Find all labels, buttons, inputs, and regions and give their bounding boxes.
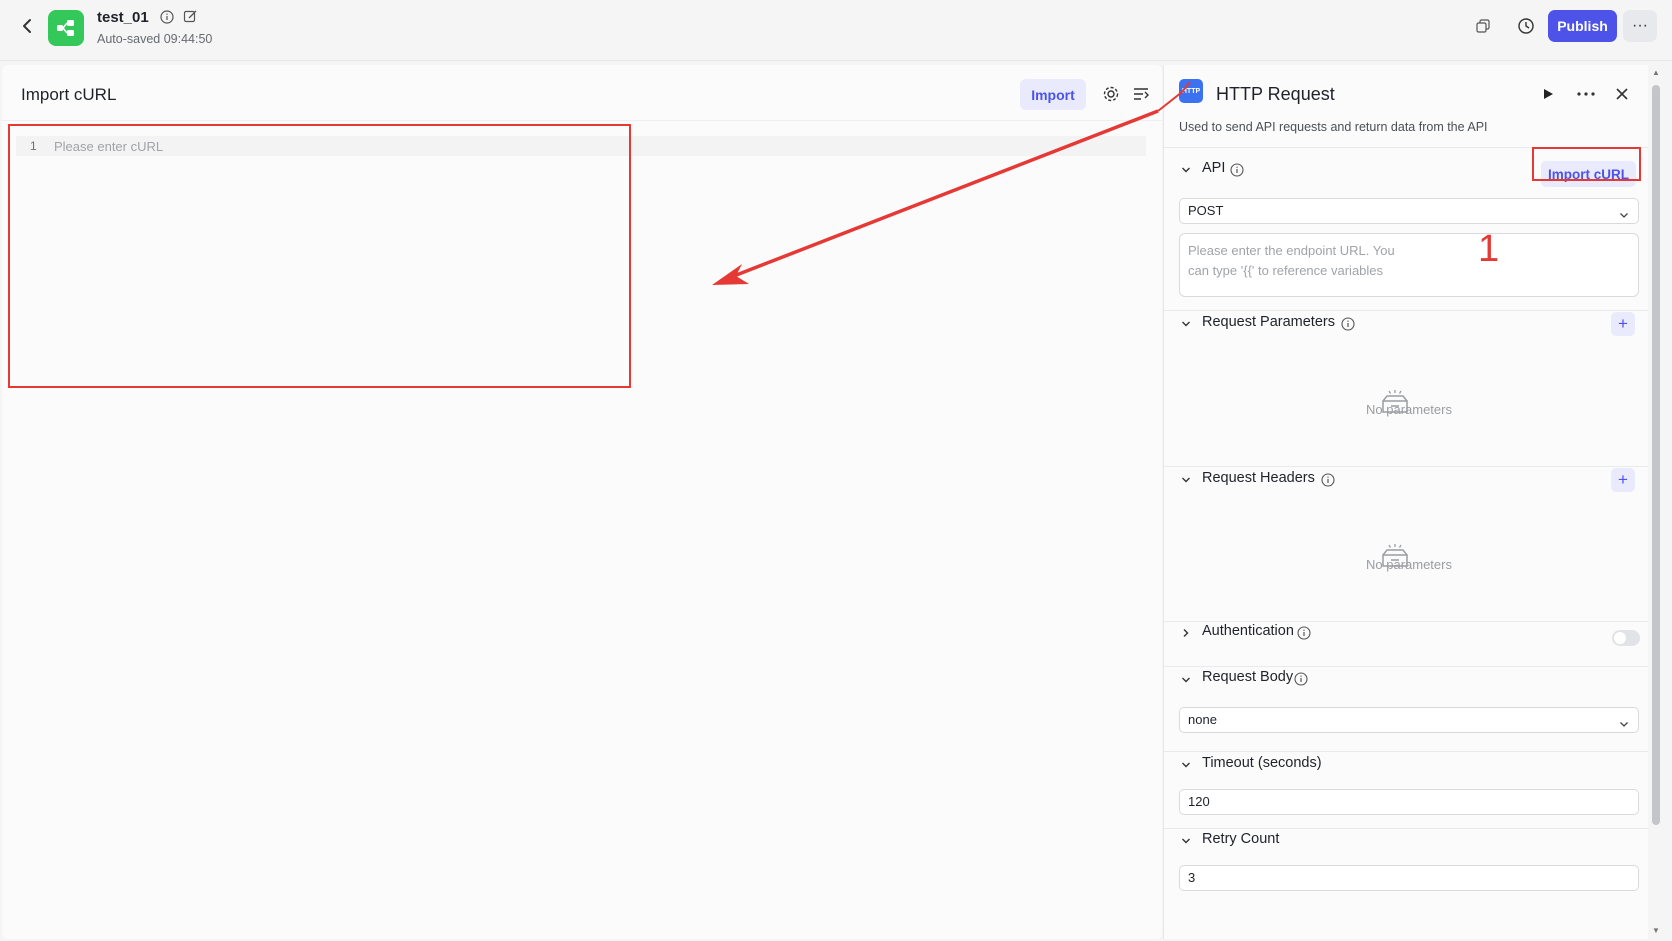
request-body-value: none [1188,712,1217,727]
more-options-button[interactable]: ··· [1623,10,1657,42]
annotation-step-number: 1 [1478,228,1500,270]
import-button[interactable]: Import [1020,79,1086,110]
close-icon[interactable] [1610,82,1634,106]
chevron-down-icon[interactable] [1179,673,1193,687]
retry-count-label: Retry Count [1202,831,1280,847]
scroll-up-icon[interactable]: ▲ [1651,69,1661,77]
annotation-box-import-curl [1532,147,1641,181]
import-curl-header: Import cURL Import [2,65,1162,121]
node-description: Used to send API requests and return dat… [1179,120,1488,134]
add-header-button[interactable]: + [1611,468,1635,492]
edit-icon[interactable] [183,9,198,24]
api-section-label: API [1202,160,1226,176]
run-icon[interactable] [1536,82,1560,106]
settings-icon[interactable] [1100,83,1122,105]
panel-title: Import cURL [21,85,117,104]
chevron-down-icon[interactable] [1179,473,1193,487]
autosave-status: Auto-saved 09:44:50 [97,32,213,46]
toggle-knob [1614,632,1626,644]
node-more-icon[interactable] [1574,82,1598,106]
chevron-down-icon[interactable] [1179,834,1193,848]
chevron-down-icon[interactable] [1179,758,1193,772]
chevron-down-icon [1618,205,1630,218]
scroll-thumb[interactable] [1652,85,1660,825]
back-icon[interactable] [18,16,38,36]
authentication-label: Authentication [1202,623,1294,639]
workflow-logo-icon [48,10,84,46]
top-bar: test_01 Auto-saved 09:44:50 Publish ··· [0,0,1672,61]
divider [1164,466,1649,467]
publish-button[interactable]: Publish [1548,10,1617,42]
empty-headers-text: No parameters [1366,557,1452,572]
http-icon: HTTP [1179,79,1203,103]
divider [1164,828,1649,829]
annotation-box-editor [8,124,631,388]
divider [1164,621,1649,622]
method-value: POST [1188,203,1224,218]
request-headers-label: Request Headers [1202,470,1315,486]
node-title: HTTP Request [1216,84,1335,104]
chevron-down-icon[interactable] [1179,163,1193,177]
copy-icon[interactable] [1472,15,1494,37]
divider [1164,310,1649,311]
authentication-toggle[interactable] [1612,630,1640,646]
info-icon[interactable] [1297,626,1311,640]
info-icon[interactable] [1321,473,1335,487]
endpoint-url-input[interactable]: Please enter the endpoint URL. You can t… [1179,233,1639,297]
info-icon[interactable] [1341,317,1355,331]
chevron-right-icon[interactable] [1179,626,1193,640]
divider [1164,751,1649,752]
chevron-down-icon [1618,714,1630,727]
history-icon[interactable] [1515,15,1537,37]
empty-parameters-text: No parameters [1366,402,1452,417]
scroll-down-icon[interactable]: ▼ [1651,927,1661,935]
request-parameters-label: Request Parameters [1202,314,1335,330]
url-placeholder-line2: can type '{{' to reference variables [1188,263,1384,278]
request-body-label: Request Body [1202,669,1294,685]
info-icon[interactable] [1230,163,1244,177]
workflow-title: test_01 [97,9,149,26]
chevron-down-icon[interactable] [1179,317,1193,331]
info-icon[interactable] [160,10,174,24]
format-icon[interactable] [1130,83,1152,105]
scrollbar[interactable]: ▲ ▼ [1648,65,1664,939]
add-parameter-button[interactable]: + [1611,312,1635,336]
url-placeholder-line1: Please enter the endpoint URL. You [1188,243,1395,258]
retry-count-input[interactable]: 3 [1179,865,1639,891]
timeout-input[interactable]: 120 [1179,789,1639,815]
timeout-label: Timeout (seconds) [1202,755,1322,771]
divider [1164,666,1649,667]
http-request-node-panel: HTTP HTTP Request Used to send API reque… [1163,65,1649,939]
info-icon[interactable] [1294,672,1308,686]
method-select[interactable]: POST [1179,198,1639,224]
request-body-select[interactable]: none [1179,707,1639,733]
